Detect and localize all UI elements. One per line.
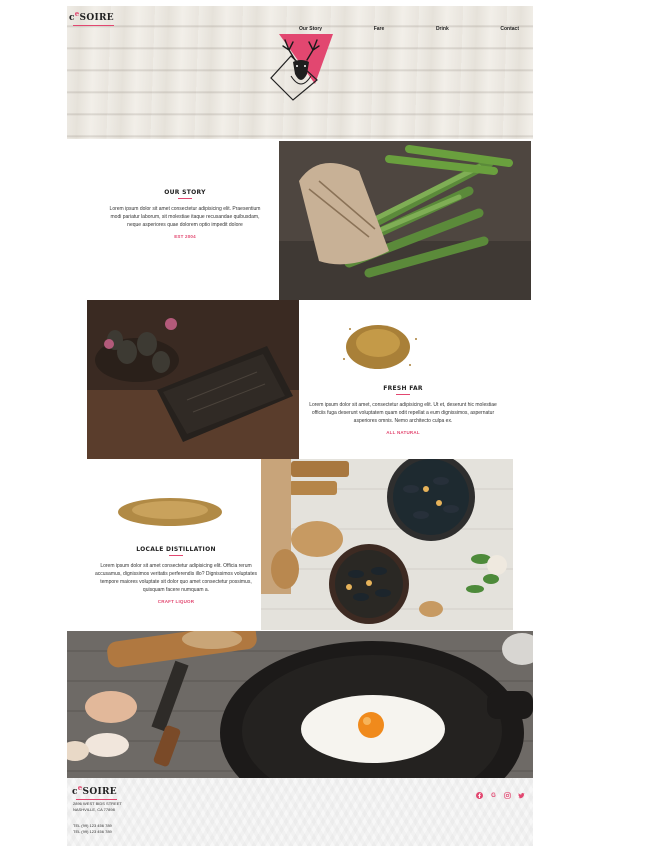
logo-text: SOIRE xyxy=(79,13,114,23)
google-icon[interactable]: G xyxy=(490,792,497,799)
distillation-title-underline xyxy=(169,555,183,556)
fare-tag[interactable]: ALL NATURAL xyxy=(303,430,503,435)
footer-address: 2896 WEST BIDS STREET NASHVILLE, CA 7789… xyxy=(73,801,122,813)
logo-accent: e xyxy=(74,9,80,18)
nav-item-fare[interactable]: Fare xyxy=(374,26,385,32)
story-title: OUR STORY xyxy=(164,189,206,196)
spice-pile-image xyxy=(320,309,428,379)
story-section: OUR STORY Lorem ipsum dolor sit amet con… xyxy=(105,189,265,239)
footer-phones: TEL (99) 123 456 789 TEL (99) 123 456 78… xyxy=(73,823,112,835)
distillation-body: Lorem ipsum dolor sit amet consectetur a… xyxy=(94,563,257,593)
twitter-icon[interactable] xyxy=(518,792,525,799)
seeds-image xyxy=(113,488,227,534)
story-tag[interactable]: EST 2004 xyxy=(105,234,265,239)
footer-logo-letter: c xyxy=(72,787,78,797)
fare-section: FRESH FAR Lorem ipsum dolor sit amet, co… xyxy=(303,385,503,435)
brand-logo[interactable]: ceSOIRE xyxy=(69,9,114,26)
facebook-icon[interactable] xyxy=(476,792,483,799)
distillation-title: LOCALE DISTILLATION xyxy=(136,546,216,553)
stag-emblem-icon xyxy=(270,34,333,101)
logo-underline xyxy=(73,25,114,26)
fare-body: Lorem ipsum dolor sit amet, consectetur … xyxy=(309,402,497,424)
footer-logo-accent: e xyxy=(77,783,83,792)
social-links: G xyxy=(476,792,525,799)
nav-item-drink[interactable]: Drink xyxy=(436,26,449,32)
tea-brick-photo xyxy=(87,300,299,459)
address-line-2: NASHVILLE, CA 77898 xyxy=(73,807,115,812)
footer-logo-text: SOIRE xyxy=(82,787,117,797)
phone-2[interactable]: TEL (99) 123 456 789 xyxy=(73,829,112,835)
distillation-section: LOCALE DISTILLATION Lorem ipsum dolor si… xyxy=(93,546,259,604)
fare-title-underline xyxy=(396,394,410,395)
instagram-icon[interactable] xyxy=(504,792,511,799)
site-header: ceSOIRE Our Story Fare Drink Contact xyxy=(67,6,533,139)
footer-logo-underline xyxy=(76,799,117,800)
story-body: Lorem ipsum dolor sit amet consectetur a… xyxy=(109,206,261,228)
fare-title: FRESH FAR xyxy=(383,385,423,392)
site-footer: ceSOIRE 2896 WEST BIDS STREET NASHVILLE,… xyxy=(67,778,533,846)
story-title-underline xyxy=(178,198,192,199)
footer-logo[interactable]: ceSOIRE xyxy=(72,783,117,800)
logo-letter: c xyxy=(69,13,75,23)
nav-item-contact[interactable]: Contact xyxy=(500,26,519,32)
asparagus-photo xyxy=(279,141,531,300)
egg-pan-banner xyxy=(67,631,533,778)
distillation-tag[interactable]: CRAFT LIQUOR xyxy=(93,599,259,604)
mussels-photo xyxy=(261,459,513,630)
